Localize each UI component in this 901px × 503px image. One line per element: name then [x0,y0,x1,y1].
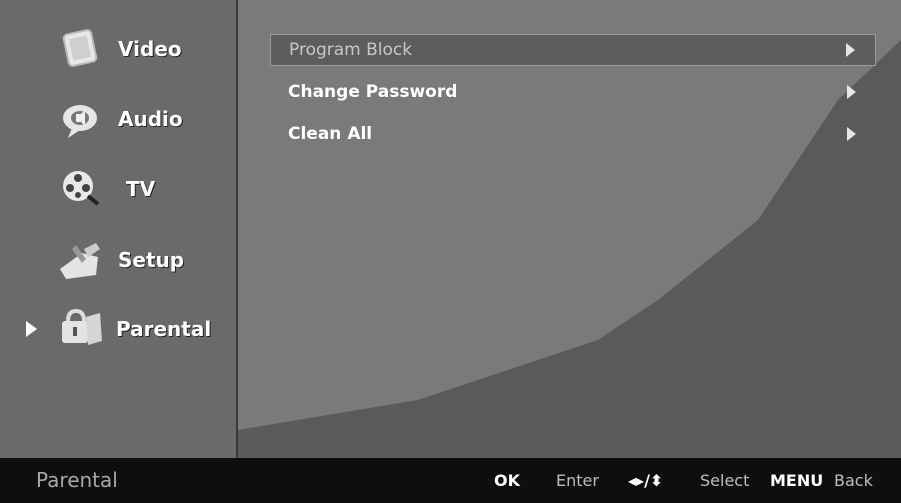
sidebar-item-parental[interactable]: Parental [0,298,236,360]
ok-hint: OK [494,471,520,490]
tv-osd-screen: Video Audio TV Setup Parental Program Bl… [0,0,901,503]
menu-key-label: MENU [770,471,824,490]
ok-key-label: OK [494,471,520,490]
sidebar-item-label: Setup [118,248,185,272]
selection-pointer-icon [26,321,37,337]
sidebar-item-label: Audio [118,107,183,131]
bottom-help-bar: Parental OK Enter ◂▸/⬍ Select MENU Back [0,458,901,503]
enter-hint: Enter [556,471,599,490]
chevron-right-icon [846,43,855,57]
category-sidebar: Video Audio TV Setup Parental [0,0,238,458]
setup-icon [56,239,100,283]
menu-item-label: Program Block [289,40,413,60]
sidebar-item-setup[interactable]: Setup [0,229,236,291]
video-icon [58,26,102,70]
menu-item-label: Clean All [288,124,373,144]
menu-item-label: Change Password [288,82,458,102]
menu-key-hint: MENU [770,471,823,490]
sidebar-item-label: Video [118,37,182,61]
sidebar-item-label: TV [126,177,156,201]
chevron-right-icon [847,127,856,141]
menu-item-clean-all[interactable]: Clean All [270,118,876,150]
sidebar-item-audio[interactable]: Audio [0,88,236,150]
sidebar-item-tv[interactable]: TV [0,158,236,220]
sidebar-item-video[interactable]: Video [0,18,236,80]
tv-reel-icon [58,166,102,210]
menu-item-program-block[interactable]: Program Block [270,34,876,66]
current-section-title: Parental [36,468,118,492]
background-graphic [238,0,901,458]
chevron-right-icon [847,85,856,99]
audio-icon [58,98,102,142]
back-hint: Back [834,471,873,490]
sidebar-item-label: Parental [116,317,212,341]
parental-lock-icon [54,307,102,351]
select-hint: Select [700,471,750,490]
nav-arrows-icon: ◂▸/⬍ [628,471,664,490]
parental-menu-panel [238,0,901,458]
menu-item-change-password[interactable]: Change Password [270,76,876,108]
